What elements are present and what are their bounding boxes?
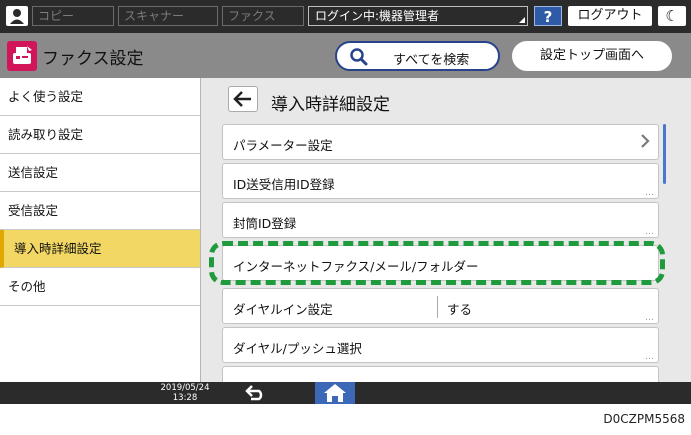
row-envelope-id-registration[interactable]: 封筒ID登録 … — [222, 202, 659, 238]
more-dots-icon: … — [645, 313, 654, 323]
user-icon[interactable] — [6, 6, 28, 26]
sidebar: よく使う設定 読み取り設定 送信設定 受信設定 導入時詳細設定 その他 — [0, 78, 201, 382]
time-text: 13:28 — [172, 393, 198, 403]
search-icon — [349, 47, 369, 71]
sidebar-item-initial-detailed-settings[interactable]: 導入時詳細設定 — [0, 230, 200, 268]
row-dial-in-settings[interactable]: ダイヤルイン設定 する … — [222, 288, 659, 324]
return-icon[interactable] — [242, 384, 268, 404]
sidebar-item-send-settings[interactable]: 送信設定 — [0, 154, 200, 192]
main-title-row: 導入時詳細設定 — [206, 78, 691, 120]
app-header: ファクス設定 すべてを検索 設定トップ画面へ — [0, 33, 691, 78]
sidebar-item-scan-settings[interactable]: 読み取り設定 — [0, 116, 200, 154]
app-title: ファクス設定 — [42, 49, 144, 69]
sidebar-item-other[interactable]: その他 — [0, 268, 200, 306]
row-label: ダイヤル/プッシュ選択 — [233, 341, 362, 356]
more-dots-icon: … — [645, 188, 654, 198]
help-button[interactable]: ? — [534, 6, 562, 26]
row-dial-push-select[interactable]: ダイヤル/プッシュ選択 … — [222, 327, 659, 363]
bottom-bar: 2019/05/24 13:28 — [0, 382, 691, 404]
sidebar-item-receive-settings[interactable]: 受信設定 — [0, 192, 200, 230]
highlight-frame — [209, 241, 665, 285]
logout-button[interactable]: ログアウト — [568, 6, 652, 26]
row-value: する — [447, 302, 473, 317]
row-label: パラメーター設定 — [233, 138, 333, 153]
tab-scanner[interactable]: スキャナー — [118, 6, 218, 26]
row-label: 封筒ID登録 — [233, 216, 297, 231]
screen: コピー スキャナー ファクス ログイン中:機器管理者 ? ログアウト ☾ ファク… — [0, 0, 691, 404]
back-button[interactable] — [228, 86, 258, 112]
tab-fax[interactable]: ファクス — [222, 6, 304, 26]
chevron-right-icon — [640, 132, 650, 154]
more-dots-icon: … — [645, 227, 654, 237]
date-time: 2019/05/24 13:28 — [150, 383, 220, 403]
home-icon — [324, 384, 346, 402]
login-status[interactable]: ログイン中:機器管理者 — [308, 6, 528, 26]
row-id-registration[interactable]: ID送受信用ID登録 … — [222, 163, 659, 199]
date-text: 2019/05/24 — [160, 383, 210, 393]
scrollbar[interactable] — [663, 124, 666, 184]
tab-copy[interactable]: コピー — [32, 6, 114, 26]
home-button[interactable] — [315, 382, 355, 404]
page-title: 導入時詳細設定 — [271, 95, 390, 115]
row-label: ダイヤルイン設定 — [233, 302, 333, 317]
search-all-label: すべてを検索 — [393, 53, 470, 68]
document-id: D0CZPM5568 — [603, 412, 685, 426]
settings-top-button[interactable]: 設定トップ画面へ — [512, 41, 672, 71]
top-bar: コピー スキャナー ファクス ログイン中:機器管理者 ? ログアウト ☾ — [0, 0, 691, 33]
sidebar-item-frequent-settings[interactable]: よく使う設定 — [0, 78, 200, 116]
row-label: ID送受信用ID登録 — [233, 177, 335, 192]
back-arrow-icon — [233, 91, 251, 107]
search-all-button[interactable]: すべてを検索 — [335, 41, 500, 71]
fax-icon — [7, 41, 37, 71]
value-divider — [437, 296, 438, 318]
login-status-label: ログイン中:機器管理者 — [315, 9, 440, 23]
energy-saver-button[interactable]: ☾ — [658, 6, 686, 26]
corner-triangle-icon — [519, 17, 525, 23]
more-dots-icon: … — [645, 352, 654, 362]
row-parameter-settings[interactable]: パラメーター設定 — [222, 124, 659, 160]
